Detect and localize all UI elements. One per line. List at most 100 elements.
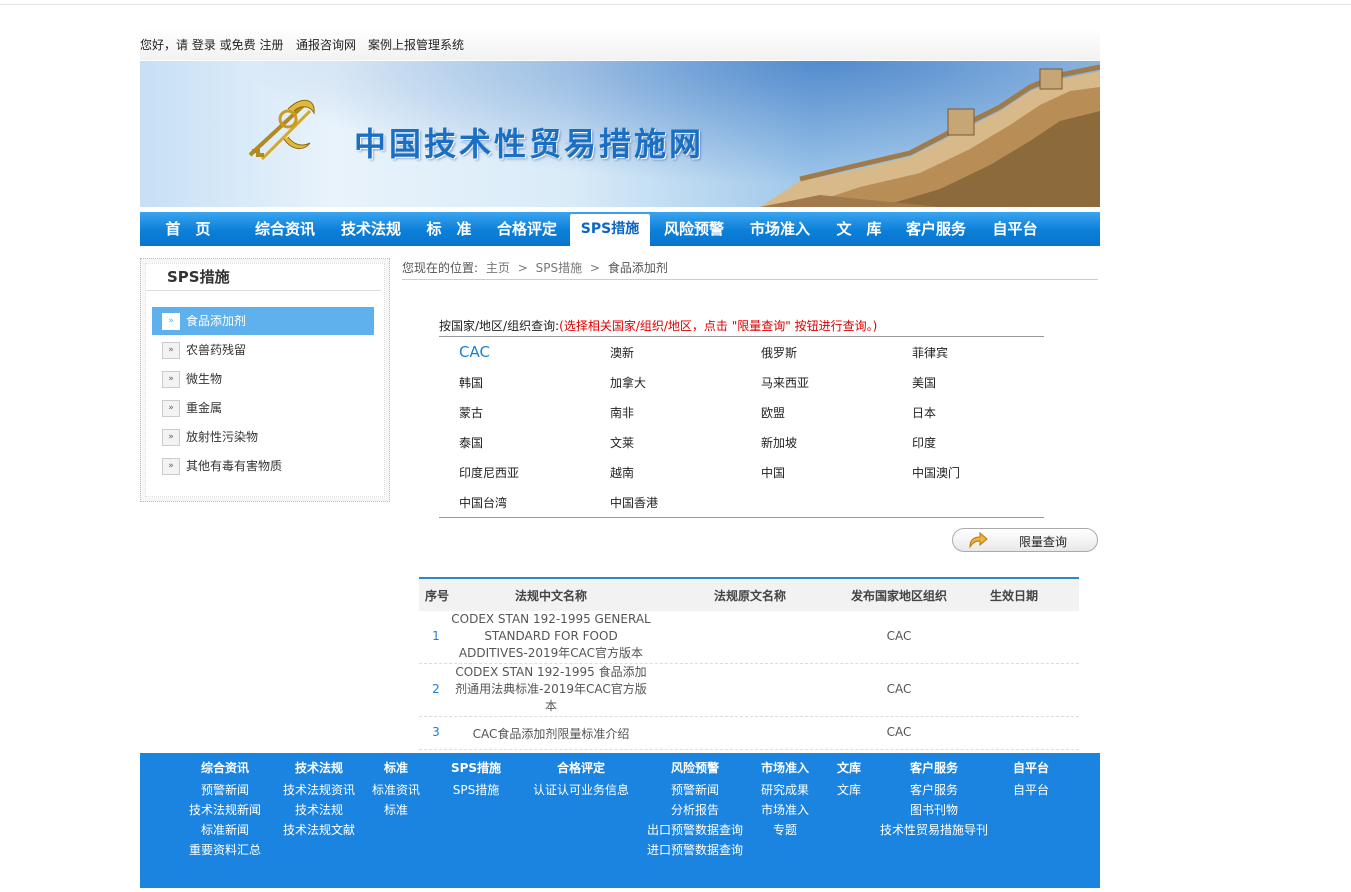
footer-link[interactable]: 标准资讯: [366, 781, 426, 801]
footer-link[interactable]: 进口预警数据查询: [640, 841, 750, 861]
footer-link[interactable]: 出口预警数据查询: [640, 821, 750, 841]
nav-news[interactable]: 综合资讯: [246, 212, 324, 246]
footer-link[interactable]: 重要资料汇总: [180, 841, 270, 861]
sidebar-item-food-additives[interactable]: » 食品添加剂: [152, 307, 374, 335]
row-number: 1: [432, 629, 440, 643]
country-item[interactable]: 欧盟: [761, 404, 785, 421]
country-item[interactable]: 中国: [761, 464, 785, 481]
country-item[interactable]: 南非: [610, 404, 634, 421]
footer-col-service: 客户服务 客户服务 图书刊物 技术性贸易措施导刊: [874, 753, 994, 841]
country-item[interactable]: 美国: [912, 374, 936, 391]
table-header: 序号 法规中文名称 法规原文名称 发布国家地区组织 生效日期: [419, 579, 1079, 611]
footer-link[interactable]: 文库: [824, 781, 874, 801]
sidebar-title: SPS措施: [167, 268, 230, 286]
limit-query-button[interactable]: 限量查询: [952, 528, 1098, 552]
table-row[interactable]: 3 CAC食品添加剂限量标准介绍 CAC: [419, 717, 1079, 750]
nav-conformity[interactable]: 合格评定: [488, 212, 566, 246]
nav-standards[interactable]: 标 准: [418, 212, 480, 246]
footer-link[interactable]: 认证认可业务信息: [526, 781, 636, 801]
footer-link[interactable]: 专题: [752, 821, 818, 841]
footer-link[interactable]: 技术法规文献: [274, 821, 364, 841]
country-item[interactable]: 菲律宾: [912, 344, 948, 361]
nav-platform[interactable]: 自平台: [984, 212, 1046, 246]
country-item[interactable]: 加拿大: [610, 374, 646, 391]
sidebar-item-label: 食品添加剂: [186, 314, 247, 328]
country-item[interactable]: 中国香港: [610, 494, 658, 511]
country-query-label: 按国家/地区/组织查询:(选择相关国家/组织/地区，点击 "限量查询" 按钮进行…: [439, 317, 877, 334]
footer-col-market: 市场准入 研究成果 市场准入 专题: [752, 753, 818, 841]
country-item[interactable]: 日本: [912, 404, 936, 421]
sidebar-item-label: 其他有毒有害物质: [186, 459, 283, 473]
country-item[interactable]: 中国台湾: [459, 494, 507, 511]
double-chevron-icon: »: [162, 400, 180, 417]
row-name-cn[interactable]: CODEX STAN 192-1995 食品添加剂通用法典标准-2019年CAC…: [451, 664, 651, 715]
breadcrumb-current: 食品添加剂: [607, 261, 668, 275]
table-row[interactable]: 1 CODEX STAN 192-1995 GENERAL STANDARD F…: [419, 611, 1079, 664]
country-cac[interactable]: CAC: [459, 343, 490, 361]
sidebar-item-microbes[interactable]: » 微生物: [152, 365, 374, 393]
nav-regulations[interactable]: 技术法规: [332, 212, 410, 246]
country-item[interactable]: 文莱: [610, 434, 634, 451]
sidebar-item-heavy-metals[interactable]: » 重金属: [152, 394, 374, 422]
footer-link[interactable]: 标准: [366, 801, 426, 821]
country-item[interactable]: 印度: [912, 434, 936, 451]
row-name-cn[interactable]: CODEX STAN 192-1995 GENERAL STANDARD FOR…: [451, 611, 651, 662]
country-item[interactable]: 印度尼西亚: [459, 464, 519, 481]
consult-link[interactable]: 通报咨询网: [296, 36, 356, 53]
row-name-cn[interactable]: CAC食品添加剂限量标准介绍: [451, 725, 651, 742]
row-org: CAC: [886, 629, 912, 643]
footer-link[interactable]: 技术性贸易措施导刊: [874, 821, 994, 841]
country-item[interactable]: 中国澳门: [912, 464, 960, 481]
nav-service[interactable]: 客户服务: [898, 212, 974, 246]
footer-link[interactable]: 客户服务: [874, 781, 994, 801]
row-number: 2: [432, 682, 440, 696]
sidebar-item-radioactive[interactable]: » 放射性污染物: [152, 423, 374, 451]
footer-col-title: SPS措施: [450, 761, 502, 775]
country-item[interactable]: 新加坡: [761, 434, 797, 451]
nav-risk[interactable]: 风险预警: [656, 212, 732, 246]
breadcrumb-sps[interactable]: SPS措施: [536, 261, 582, 275]
country-item[interactable]: 蒙古: [459, 404, 483, 421]
forward-arrow-icon: [969, 531, 988, 549]
footer-link[interactable]: 图书刊物: [874, 801, 994, 821]
breadcrumb-sep: >: [517, 261, 528, 275]
nav-library[interactable]: 文 库: [828, 212, 890, 246]
country-item[interactable]: 越南: [610, 464, 634, 481]
footer-link[interactable]: 标准新闻: [180, 821, 270, 841]
sidebar-item-pesticide-residue[interactable]: » 农兽药残留: [152, 336, 374, 364]
site-title-reflection: 中国技术性贸易措施网: [354, 137, 705, 155]
footer-link[interactable]: 研究成果: [752, 781, 818, 801]
sidebar: SPS措施 » 食品添加剂 » 农兽药残留 » 微生物 » 重金属 » 放射性污…: [140, 258, 390, 502]
footer-col-regulations: 技术法规 技术法规资讯 技术法规 技术法规文献: [274, 753, 364, 841]
country-item[interactable]: 俄罗斯: [761, 344, 797, 361]
country-grid-bottom-border: [439, 517, 1044, 518]
top-divider: [0, 4, 1351, 5]
footer-col-news: 综合资讯 预警新闻 技术法规新闻 标准新闻 重要资料汇总: [180, 753, 270, 861]
footer-link[interactable]: 预警新闻: [640, 781, 750, 801]
row-number: 3: [432, 725, 440, 739]
country-item[interactable]: 泰国: [459, 434, 483, 451]
country-item[interactable]: 马来西亚: [761, 374, 809, 391]
sidebar-item-label: 放射性污染物: [186, 430, 259, 444]
footer-link[interactable]: 分析报告: [640, 801, 750, 821]
footer-link[interactable]: 技术法规资讯: [274, 781, 364, 801]
nav-home[interactable]: 首 页: [152, 212, 224, 246]
footer-link[interactable]: 预警新闻: [180, 781, 270, 801]
nav-market[interactable]: 市场准入: [742, 212, 818, 246]
footer-link[interactable]: 自平台: [1000, 781, 1062, 801]
col-header-org: 发布国家地区组织: [851, 589, 948, 603]
greeting-link[interactable]: 您好，请 登录 或免费 注册: [140, 36, 283, 53]
nav-sps[interactable]: SPS措施: [570, 214, 650, 246]
footer-link[interactable]: SPS措施: [446, 781, 506, 801]
breadcrumb-home[interactable]: 主页: [486, 261, 510, 275]
footer-link[interactable]: 市场准入: [752, 801, 818, 821]
sidebar-item-other-toxic[interactable]: » 其他有毒有害物质: [152, 452, 374, 480]
double-chevron-icon: »: [162, 371, 180, 388]
footer-col-title: 文库: [836, 761, 861, 775]
country-item[interactable]: 澳新: [610, 344, 634, 361]
case-report-link[interactable]: 案例上报管理系统: [368, 36, 464, 53]
footer-link[interactable]: 技术法规新闻: [180, 801, 270, 821]
footer-link[interactable]: 技术法规: [274, 801, 364, 821]
table-row[interactable]: 2 CODEX STAN 192-1995 食品添加剂通用法典标准-2019年C…: [419, 664, 1079, 717]
country-item[interactable]: 韩国: [459, 374, 483, 391]
